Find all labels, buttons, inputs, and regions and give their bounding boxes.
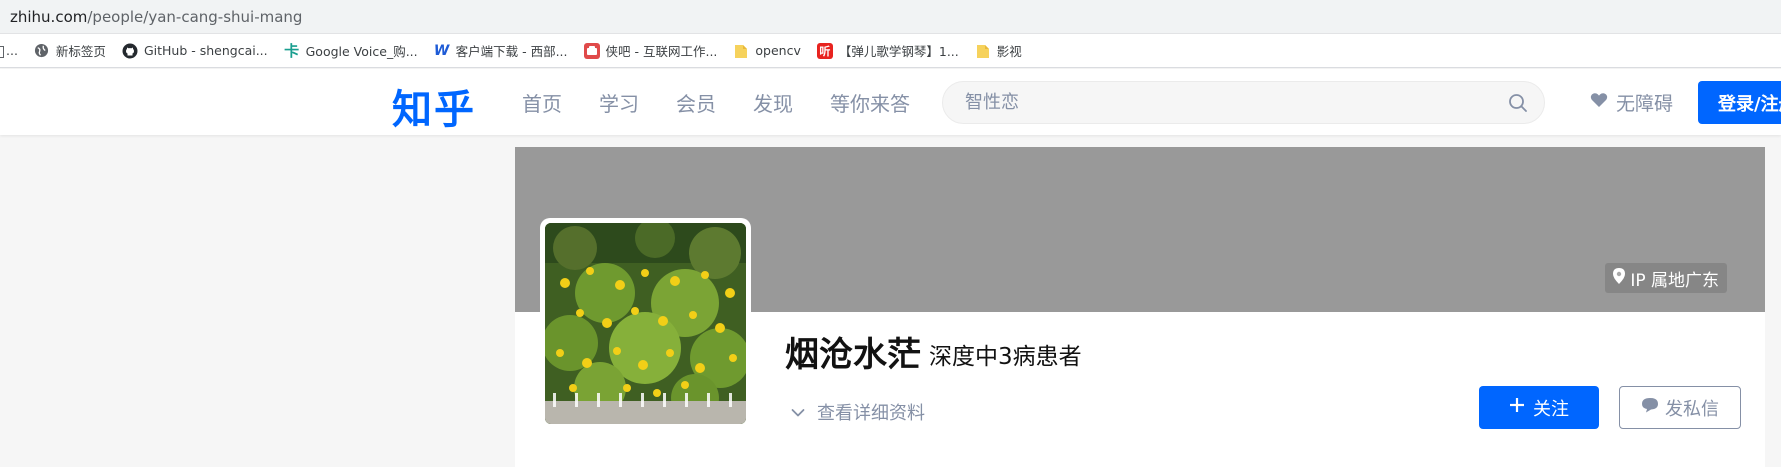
profile-card: IP 属地广东 烟沧水茫 深度中3病患者 查看详细资料 关注 发私信: [515, 147, 1765, 467]
bookmark-piano[interactable]: 听 【弹儿歌学钢琴】1...: [816, 41, 959, 60]
nav-waiting-answers[interactable]: 等你来答: [830, 88, 910, 117]
accessibility-button[interactable]: 无障碍: [1590, 69, 1673, 135]
bookmark-label: 【弹儿歌学钢琴】1...: [838, 44, 959, 59]
app-icon: [583, 42, 600, 59]
bookmark-cutoff[interactable]: ...: [0, 43, 18, 58]
profile-name: 烟沧水茫: [785, 335, 921, 375]
globe-icon: [34, 43, 50, 59]
bookmark-label: 侠吧 - 互联网工作...: [605, 44, 718, 59]
location-pin-icon: [1613, 267, 1626, 289]
nav-discover[interactable]: 发现: [753, 88, 793, 117]
github-icon: [122, 43, 138, 59]
ting-icon: 听: [816, 42, 833, 59]
avatar[interactable]: [545, 223, 746, 424]
folder-icon: [733, 43, 749, 59]
bookmark-label: 客户端下载 - 西部...: [455, 44, 568, 59]
ip-location-badge: IP 属地广东: [1605, 263, 1727, 293]
plus-icon: [1509, 397, 1525, 418]
bookmark-label: 新标签页: [55, 44, 106, 59]
bookmark-google-voice[interactable]: 卡 Google Voice_购...: [284, 41, 418, 60]
ip-location-text: IP 属地广东: [1630, 270, 1719, 291]
login-button[interactable]: 登录/注册: [1698, 81, 1781, 124]
bookmark-opencv[interactable]: opencv: [733, 43, 801, 59]
view-details-link[interactable]: 查看详细资料: [791, 399, 925, 425]
chevron-down-icon: [791, 402, 805, 423]
search-box: [942, 81, 1545, 124]
zhihu-logo[interactable]: 知乎: [392, 77, 476, 135]
search-icon[interactable]: [1508, 93, 1528, 117]
bookmark-movies[interactable]: 影视: [975, 41, 1022, 60]
bookmark-new-tab[interactable]: 新标签页: [34, 41, 106, 60]
follow-button[interactable]: 关注: [1479, 386, 1599, 429]
site-header: 知乎 首页 学习 会员 发现 等你来答 无障碍 登录/注册: [0, 69, 1781, 135]
bookmark-github[interactable]: GitHub - shengcai...: [122, 43, 268, 59]
accessibility-label: 无障碍: [1616, 92, 1674, 115]
w-logo-icon: W: [433, 42, 450, 59]
bookmark-label: 影视: [996, 44, 1022, 59]
bookmark-label: Google Voice_购...: [305, 44, 418, 59]
avatar-frame: [540, 218, 751, 429]
profile-headline: 深度中3病患者: [929, 344, 1082, 370]
send-message-label: 发私信: [1665, 398, 1719, 420]
url-path: /people/yan-cang-shui-mang: [87, 7, 303, 26]
bookmark-label: GitHub - shengcai...: [143, 43, 268, 58]
nav-learn[interactable]: 学习: [599, 88, 639, 117]
card-icon: 卡: [284, 42, 300, 60]
view-details-label: 查看详细资料: [817, 403, 925, 424]
send-message-button[interactable]: 发私信: [1619, 386, 1741, 429]
address-bar[interactable]: zhihu.com/people/yan-cang-shui-mang: [0, 0, 1781, 34]
bookmark-west-download[interactable]: W 客户端下载 - 西部...: [434, 41, 568, 60]
nav-membership[interactable]: 会员: [676, 88, 716, 117]
bookmark-xiaba[interactable]: 侠吧 - 互联网工作...: [583, 41, 718, 60]
nav-home[interactable]: 首页: [522, 88, 562, 117]
bookmarks-bar: ... 新标签页 GitHub - shengcai... 卡 Google V…: [0, 34, 1781, 68]
url-domain: zhihu.com: [10, 7, 88, 26]
folder-icon: [975, 43, 991, 59]
search-input[interactable]: [963, 82, 1483, 123]
heart-icon: [1590, 91, 1608, 113]
bookmark-label: opencv: [755, 43, 801, 58]
follow-label: 关注: [1533, 398, 1569, 420]
chat-bubble-icon: [1641, 397, 1659, 418]
main-nav: 首页 学习 会员 发现 等你来答: [522, 69, 910, 135]
